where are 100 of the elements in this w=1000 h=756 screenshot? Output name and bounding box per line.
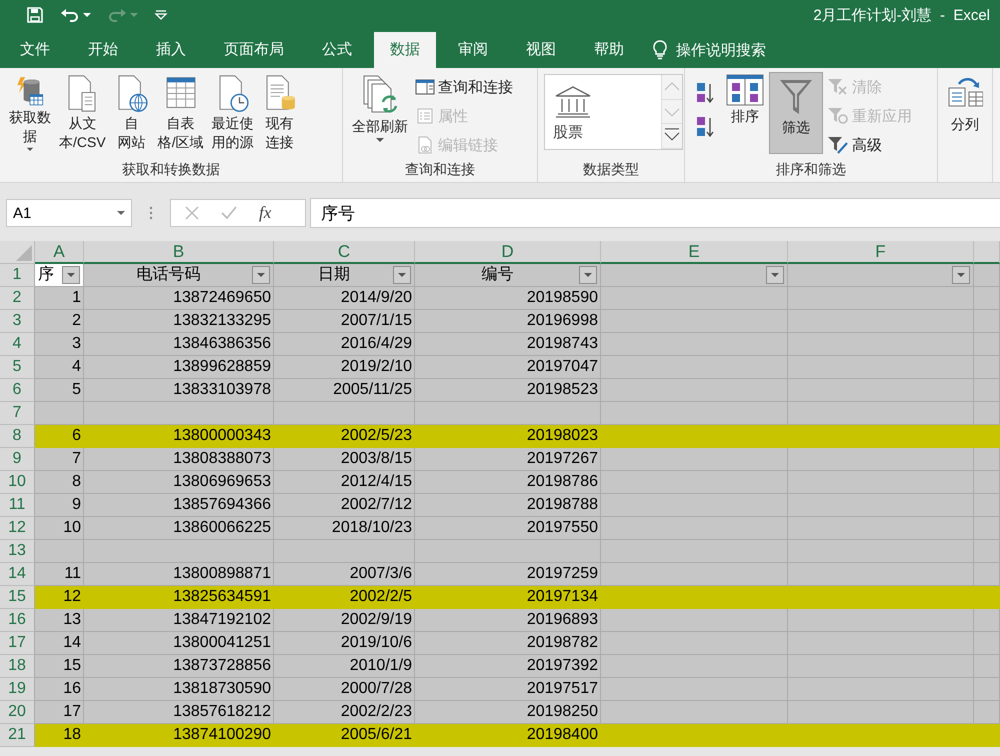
select-all-button[interactable] xyxy=(0,241,35,264)
ribbon-button[interactable]: 现有 连接 xyxy=(258,72,301,154)
row-header[interactable]: 12 xyxy=(0,517,35,540)
filter-dropdown-button[interactable] xyxy=(393,266,411,284)
lightbulb-icon[interactable] xyxy=(652,40,668,60)
ribbon-button[interactable]: 最近使 用的源 xyxy=(208,72,257,154)
empty-cell[interactable] xyxy=(974,517,1000,540)
row-header[interactable]: 8 xyxy=(0,425,35,448)
data-type-gallery[interactable]: 股票 xyxy=(544,74,683,150)
row-header[interactable]: 19 xyxy=(0,678,35,701)
ribbon-button[interactable]: 高级 xyxy=(825,132,914,158)
empty-cell[interactable] xyxy=(601,540,788,563)
save-icon[interactable] xyxy=(26,6,44,24)
column-header[interactable]: F xyxy=(788,241,974,264)
empty-cell[interactable] xyxy=(788,448,974,471)
row-header[interactable]: 16 xyxy=(0,609,35,632)
empty-cell[interactable] xyxy=(601,448,788,471)
ribbon-button[interactable]: 排序 xyxy=(723,72,767,154)
row-header[interactable]: 4 xyxy=(0,333,35,356)
empty-cell[interactable] xyxy=(601,609,788,632)
empty-cell[interactable] xyxy=(974,333,1000,356)
empty-cell[interactable] xyxy=(788,678,974,701)
row-header[interactable]: 21 xyxy=(0,724,35,747)
empty-cell[interactable] xyxy=(601,471,788,494)
row-header[interactable]: 2 xyxy=(0,287,35,310)
ribbon-button[interactable]: 分列 xyxy=(944,72,986,154)
empty-cell[interactable] xyxy=(788,517,974,540)
filter-dropdown-button[interactable] xyxy=(579,266,597,284)
empty-cell[interactable] xyxy=(601,678,788,701)
caret-icon[interactable] xyxy=(83,12,91,18)
ribbon-button[interactable]: 全部刷新 xyxy=(349,72,411,154)
empty-cell[interactable] xyxy=(601,655,788,678)
empty-cell[interactable] xyxy=(788,655,974,678)
empty-cell[interactable] xyxy=(274,540,415,563)
empty-cell[interactable] xyxy=(974,494,1000,517)
empty-cell[interactable] xyxy=(788,356,974,379)
tell-me-search[interactable]: 操作说明搜索 xyxy=(676,40,766,60)
row-header[interactable]: 20 xyxy=(0,701,35,724)
empty-cell[interactable] xyxy=(974,310,1000,333)
ribbon-tab[interactable]: 文件 xyxy=(4,32,66,68)
row-header[interactable]: 10 xyxy=(0,471,35,494)
column-header[interactable]: A xyxy=(35,241,84,264)
row-header[interactable]: 1 xyxy=(0,264,35,287)
formula-input[interactable]: 序号 xyxy=(310,198,1000,228)
cancel-icon[interactable] xyxy=(185,206,199,220)
ribbon-button[interactable]: 查询和连接 xyxy=(413,74,515,100)
ribbon-tab[interactable]: 开始 xyxy=(72,32,134,68)
empty-cell[interactable] xyxy=(974,471,1000,494)
insert-function-button[interactable]: fx xyxy=(259,203,272,223)
empty-cell[interactable] xyxy=(788,310,974,333)
column-header[interactable] xyxy=(974,241,1000,264)
empty-cell[interactable] xyxy=(974,609,1000,632)
empty-cell[interactable] xyxy=(788,632,974,655)
row-header[interactable]: 7 xyxy=(0,402,35,425)
empty-cell[interactable] xyxy=(601,287,788,310)
empty-cell[interactable] xyxy=(601,356,788,379)
row-header[interactable]: 14 xyxy=(0,563,35,586)
row-header[interactable]: 3 xyxy=(0,310,35,333)
empty-cell[interactable] xyxy=(84,540,274,563)
filter-dropdown-button[interactable] xyxy=(952,266,970,284)
ribbon-button[interactable]: 获取数 据 xyxy=(6,72,54,154)
empty-cell[interactable] xyxy=(974,379,1000,402)
empty-cell[interactable] xyxy=(788,540,974,563)
filter-dropdown-button[interactable] xyxy=(766,266,784,284)
empty-cell[interactable] xyxy=(601,310,788,333)
customize-icon[interactable] xyxy=(154,9,168,21)
empty-cell[interactable] xyxy=(601,494,788,517)
empty-cell[interactable] xyxy=(788,333,974,356)
row-header[interactable]: 15 xyxy=(0,586,35,609)
filter-dropdown-button[interactable] xyxy=(252,266,270,284)
column-header[interactable]: E xyxy=(601,241,788,264)
empty-cell[interactable] xyxy=(788,494,974,517)
empty-cell[interactable] xyxy=(974,448,1000,471)
empty-cell[interactable] xyxy=(788,609,974,632)
ribbon-button[interactable]: 筛选 xyxy=(769,72,823,154)
column-header[interactable]: C xyxy=(274,241,415,264)
empty-cell[interactable] xyxy=(601,379,788,402)
empty-cell[interactable] xyxy=(415,540,601,563)
empty-cell[interactable] xyxy=(601,333,788,356)
ribbon-button[interactable]: 自 网站 xyxy=(110,72,153,154)
name-box[interactable]: A1 xyxy=(6,199,132,227)
empty-cell[interactable] xyxy=(974,678,1000,701)
row-header[interactable]: 11 xyxy=(0,494,35,517)
empty-cell[interactable] xyxy=(788,287,974,310)
check-icon[interactable] xyxy=(221,206,237,220)
empty-cell[interactable] xyxy=(974,540,1000,563)
empty-cell[interactable] xyxy=(974,287,1000,310)
row-header[interactable]: 13 xyxy=(0,540,35,563)
row-header[interactable]: 5 xyxy=(0,356,35,379)
undo-icon[interactable] xyxy=(60,6,80,24)
ribbon-tab[interactable]: 插入 xyxy=(140,32,202,68)
empty-cell[interactable] xyxy=(788,471,974,494)
empty-cell[interactable] xyxy=(974,655,1000,678)
ribbon-button[interactable]: 自表 格/区域 xyxy=(154,72,207,154)
column-header[interactable]: B xyxy=(84,241,274,264)
ribbon-tab[interactable]: 数据 xyxy=(374,32,436,68)
row-header[interactable]: 18 xyxy=(0,655,35,678)
row-header[interactable]: 6 xyxy=(0,379,35,402)
ribbon-tab[interactable]: 审阅 xyxy=(442,32,504,68)
ribbon-tab[interactable]: 帮助 xyxy=(578,32,640,68)
